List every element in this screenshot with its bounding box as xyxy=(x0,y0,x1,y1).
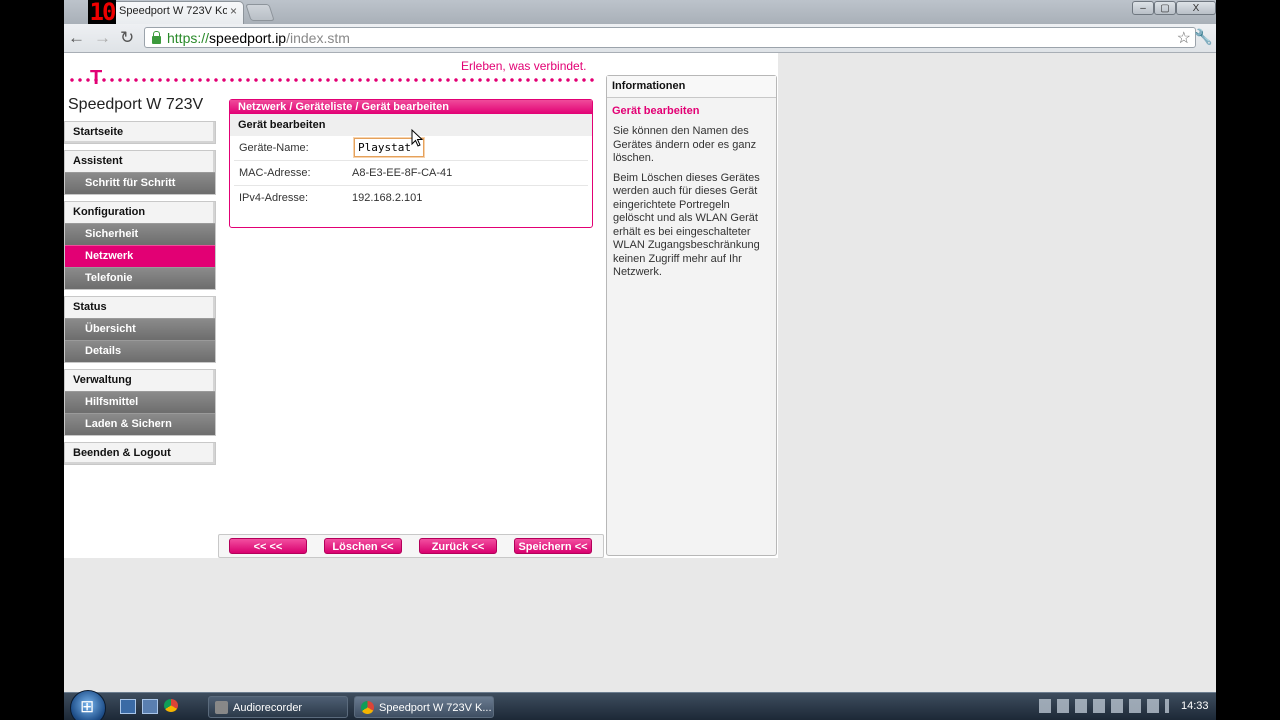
wrench-icon[interactable]: 🔧 xyxy=(1194,28,1213,46)
system-tray xyxy=(1039,699,1169,716)
back-button[interactable]: Zurück << xyxy=(419,538,497,554)
bookmark-star-icon[interactable]: ☆ xyxy=(1177,28,1191,48)
page-viewport: Erleben, was verbindet. T Speedport W 72… xyxy=(64,53,1216,692)
nav-group-config: Konfiguration Sicherheit Netzwerk Telefo… xyxy=(64,201,216,290)
info-heading: Informationen xyxy=(607,76,776,98)
nav-group-status: Status Übersicht Details xyxy=(64,296,216,363)
forward-arrow-icon[interactable]: → xyxy=(94,28,111,48)
switch-windows-icon[interactable] xyxy=(142,699,158,714)
tagline: Erleben, was verbindet. xyxy=(461,59,587,73)
nav-details[interactable]: Details xyxy=(65,340,215,362)
nav-laden-sichern[interactable]: Laden & Sichern xyxy=(65,413,215,435)
microphone-icon xyxy=(215,701,228,714)
save-button[interactable]: Speichern << xyxy=(514,538,592,554)
close-window-button[interactable]: X xyxy=(1176,1,1216,15)
nav-assistent[interactable]: Assistent xyxy=(65,151,215,172)
minimize-button[interactable]: – xyxy=(1132,1,1154,15)
mac-value: A8-E3-EE-8F-CA-41 xyxy=(352,167,453,179)
taskbar-browser[interactable]: Speedport W 723V K... xyxy=(354,696,494,718)
nav-verwaltung[interactable]: Verwaltung xyxy=(65,370,215,391)
nav-hilfsmittel[interactable]: Hilfsmittel xyxy=(65,391,215,413)
nav-status[interactable]: Status xyxy=(65,297,215,318)
show-desktop-icon[interactable] xyxy=(120,699,136,714)
breadcrumb: Netzwerk / Geräteliste / Gerät bearbeite… xyxy=(230,100,592,114)
nav-startseite[interactable]: Startseite xyxy=(65,122,215,143)
delete-button[interactable]: Löschen << xyxy=(324,538,402,554)
info-text-2: Beim Löschen dieses Gerätes werden auch … xyxy=(613,171,760,279)
nav-group-logout: Beenden & Logout xyxy=(64,442,216,465)
info-title: Gerät bearbeiten xyxy=(612,105,700,117)
nav-telefonie[interactable]: Telefonie xyxy=(65,267,215,289)
ip-value: 192.168.2.101 xyxy=(352,192,423,204)
browser-toolbar: ← → ↻ https://speedport.ip/index.stm ☆ 🔧 xyxy=(64,24,1216,53)
nav-netzwerk[interactable]: Netzwerk xyxy=(65,245,215,267)
taskbar-audiorecorder[interactable]: Audiorecorder xyxy=(208,696,348,718)
mouse-cursor-icon xyxy=(411,128,424,147)
dotted-divider xyxy=(68,78,598,82)
browser-tab[interactable]: Speedport W 723V Konfigur × xyxy=(104,1,244,24)
nav-logout[interactable]: Beenden & Logout xyxy=(65,443,215,464)
new-tab-button[interactable] xyxy=(245,4,275,21)
sidebar-nav: Startseite Assistent Schritt für Schritt… xyxy=(64,121,216,471)
nav-schritt-fuer-schritt[interactable]: Schritt für Schritt xyxy=(65,172,215,194)
nav-uebersicht[interactable]: Übersicht xyxy=(65,318,215,340)
maximize-button[interactable]: ▢ xyxy=(1154,1,1176,15)
nav-group-assistant: Assistent Schritt für Schritt xyxy=(64,150,216,195)
taskbar-browser-label: Speedport W 723V K... xyxy=(379,702,492,714)
product-name: Speedport W 723V xyxy=(68,96,204,113)
first-button[interactable]: << << xyxy=(229,538,307,554)
back-arrow-icon[interactable]: ← xyxy=(68,28,85,48)
row-ip: IPv4-Adresse: 192.168.2.101 xyxy=(234,186,588,210)
url-scheme: https:// xyxy=(167,30,210,46)
nav-group-admin: Verwaltung Hilfsmittel Laden & Sichern xyxy=(64,369,216,436)
nav-group-start: Startseite xyxy=(64,121,216,144)
row-mac: MAC-Adresse: A8-E3-EE-8F-CA-41 xyxy=(234,161,588,186)
address-bar[interactable]: https://speedport.ip/index.stm ☆ xyxy=(144,27,1196,48)
tab-strip: Speedport W 723V Konfigur × 10 – ▢ X xyxy=(64,0,1216,24)
reload-icon[interactable]: ↻ xyxy=(120,28,134,48)
ip-label: IPv4-Adresse: xyxy=(239,192,309,204)
mac-label: MAC-Adresse: xyxy=(239,167,311,179)
windows-logo-icon: ⊞ xyxy=(80,697,95,716)
tray-icons xyxy=(1039,699,1169,713)
info-panel: Informationen Gerät bearbeiten Sie könne… xyxy=(606,75,777,556)
screen: Speedport W 723V Konfigur × 10 – ▢ X ← →… xyxy=(64,0,1216,720)
chrome-icon xyxy=(361,701,374,714)
chrome-quicklaunch-icon[interactable] xyxy=(164,699,178,712)
button-bar: << << Löschen << Zurück << Speichern << xyxy=(218,534,604,558)
url-host: speedport.ip xyxy=(209,30,287,46)
clock: 14:33 xyxy=(1181,700,1209,712)
close-tab-icon[interactable]: × xyxy=(230,4,237,18)
router-ui: Erleben, was verbindet. T Speedport W 72… xyxy=(64,53,778,558)
panel-subtitle: Gerät bearbeiten xyxy=(230,114,592,136)
url-path: /index.stm xyxy=(286,30,350,46)
telekom-logo: T xyxy=(90,67,103,89)
recording-counter: 10 xyxy=(88,0,116,26)
info-text-1: Sie können den Namen des Gerätes ändern … xyxy=(613,125,757,164)
device-name-label: Geräte-Name: xyxy=(239,142,309,154)
nav-sicherheit[interactable]: Sicherheit xyxy=(65,223,215,245)
start-button[interactable]: ⊞ xyxy=(70,690,106,720)
taskbar-audiorecorder-label: Audiorecorder xyxy=(233,702,303,714)
tab-title: Speedport W 723V Konfigur xyxy=(119,5,227,17)
lock-icon xyxy=(152,31,161,44)
row-device-name: Geräte-Name: xyxy=(234,136,588,161)
taskbar: ⊞ Audiorecorder Speedport W 723V K... 14… xyxy=(64,690,1216,720)
nav-konfiguration[interactable]: Konfiguration xyxy=(65,202,215,223)
url-text: https://speedport.ip/index.stm xyxy=(167,30,350,46)
device-edit-panel: Netzwerk / Geräteliste / Gerät bearbeite… xyxy=(229,99,593,228)
